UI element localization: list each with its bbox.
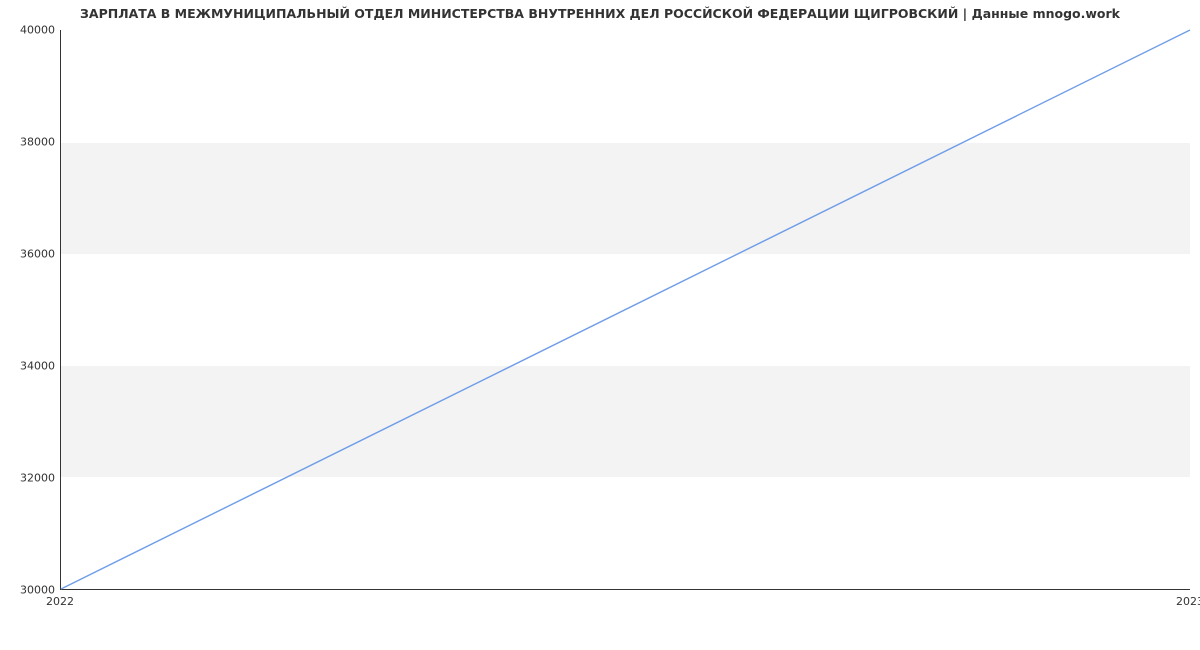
y-tick-label: 38000: [5, 136, 55, 149]
data-line: [61, 30, 1190, 589]
x-tick-label: 2022: [46, 595, 74, 608]
y-tick-label: 36000: [5, 248, 55, 261]
chart-title: ЗАРПЛАТА В МЕЖМУНИЦИПАЛЬНЫЙ ОТДЕЛ МИНИСТ…: [0, 6, 1200, 21]
series-line: [61, 30, 1190, 589]
y-tick-label: 34000: [5, 360, 55, 373]
x-tick-label: 2023: [1176, 595, 1200, 608]
plot-area: [60, 30, 1190, 590]
y-tick-label: 32000: [5, 472, 55, 485]
chart-container: ЗАРПЛАТА В МЕЖМУНИЦИПАЛЬНЫЙ ОТДЕЛ МИНИСТ…: [0, 0, 1200, 650]
y-tick-label: 40000: [5, 24, 55, 37]
